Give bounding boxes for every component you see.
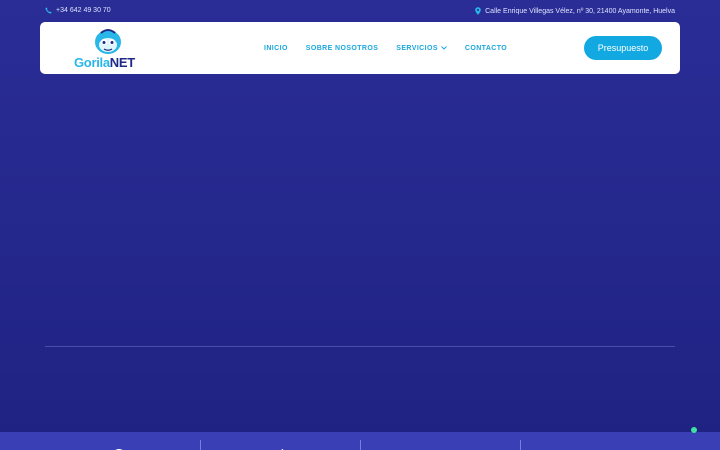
status-indicator xyxy=(691,427,697,433)
feature-item xyxy=(360,432,520,450)
primary-menu: INICIO SOBRE NOSOTROS SERVICIOS CONTACTO xyxy=(264,22,507,74)
box-icon xyxy=(111,443,127,450)
hero-divider xyxy=(45,346,675,347)
logo-word-net: NET xyxy=(109,55,135,70)
nav-label: SOBRE NOSOTROS xyxy=(305,44,379,52)
feature-separator xyxy=(360,440,361,450)
location-icon xyxy=(434,443,446,450)
feature-separator xyxy=(520,440,521,450)
nav-label: INICIO xyxy=(264,44,288,52)
phone-icon xyxy=(45,7,52,14)
address-text: Calle Enrique Villegas Vélez, nº 30, 214… xyxy=(485,7,675,15)
nav-item-contacto[interactable]: CONTACTO xyxy=(465,45,507,52)
nav-item-sobre-nosotros[interactable]: SOBRE NOSOTROS xyxy=(306,45,379,52)
phone-contact[interactable]: +34 642 49 30 70 xyxy=(45,7,111,14)
nav-item-servicios[interactable]: SERVICIOS xyxy=(396,45,447,52)
feature-item xyxy=(200,432,360,450)
feature-item xyxy=(520,432,680,450)
site-logo[interactable]: GorilaNET xyxy=(72,28,144,70)
nav-item-inicio[interactable]: INICIO xyxy=(264,45,288,52)
map-pin-icon xyxy=(475,7,481,15)
logo-wordmark: GorilaNET xyxy=(74,55,135,70)
presupuesto-button[interactable]: Presupuesto xyxy=(584,36,662,60)
nav-label: CONTACTO xyxy=(464,44,508,52)
main-navigation-card: GorilaNET INICIO SOBRE NOSOTROS SERVICIO… xyxy=(40,22,680,74)
chevron-down-icon xyxy=(441,45,447,52)
feature-item xyxy=(40,432,200,450)
nav-label: SERVICIOS xyxy=(396,44,438,52)
address-contact[interactable]: Calle Enrique Villegas Vélez, nº 30, 214… xyxy=(475,7,675,15)
top-info-bar: +34 642 49 30 70 Calle Enrique Villegas … xyxy=(0,0,720,22)
feature-separator xyxy=(200,440,201,450)
phone-number: +34 642 49 30 70 xyxy=(56,7,111,14)
check-icon xyxy=(274,443,284,450)
logo-word-gorila: Gorila xyxy=(74,55,110,70)
features-strip xyxy=(0,432,720,450)
chat-icon xyxy=(589,443,607,450)
